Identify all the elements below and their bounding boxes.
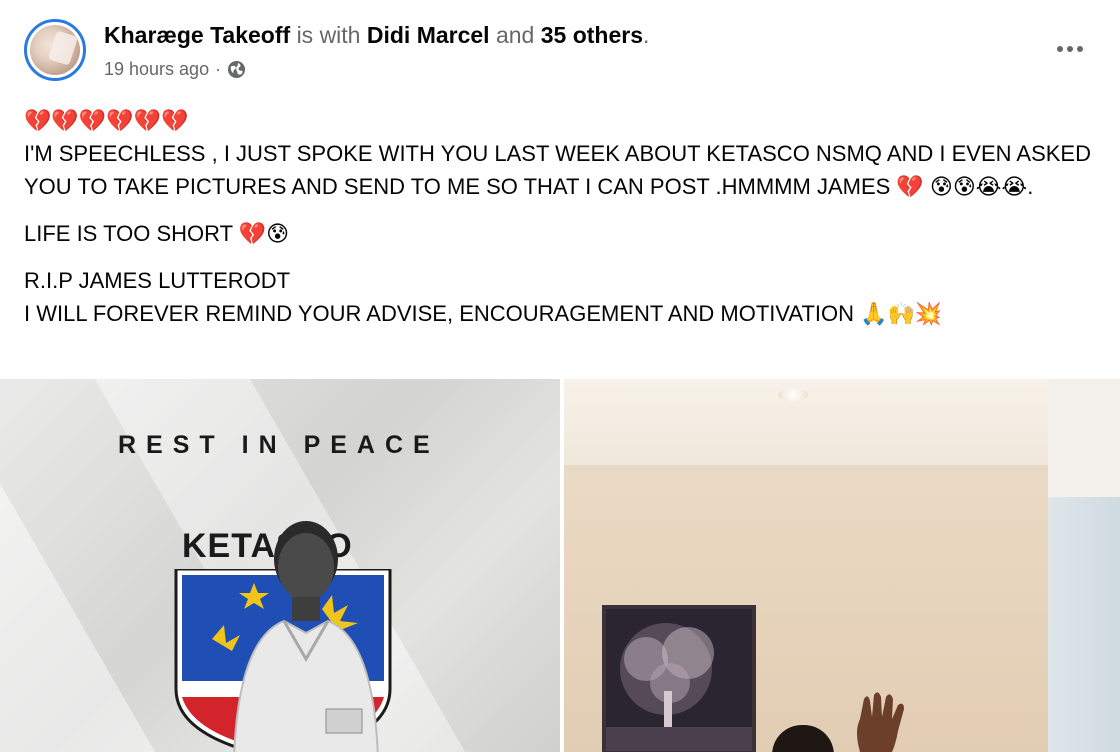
post-meta: 19 hours ago · (104, 56, 246, 82)
more-options-icon[interactable] (1050, 36, 1090, 62)
rest-in-peace-heading: REST IN PEACE (118, 431, 440, 459)
broken-hearts-line: 💔💔💔💔💔💔 (24, 108, 189, 133)
author-name-link[interactable]: Kharæge Takeoff (104, 22, 290, 48)
with-text: is with (296, 22, 361, 48)
tagged-person-link[interactable]: Didi Marcel (367, 22, 490, 48)
meta-separator: · (215, 59, 222, 79)
post-paragraph-2: LIFE IS TOO SHORT 💔😰 (24, 221, 290, 246)
student-portrait (233, 521, 379, 752)
more-dot (1057, 46, 1063, 52)
more-dot (1067, 46, 1073, 52)
post-paragraph-3: R.I.P JAMES LUTTERODT (24, 268, 291, 293)
ceiling-light (778, 389, 808, 401)
post-header: Kharæge Takeoff is with Didi Marcel and … (0, 0, 1120, 100)
memorial-photo[interactable]: REST IN PEACE KETASCO (0, 379, 560, 752)
avatar-image (30, 25, 80, 75)
globe-icon[interactable] (227, 60, 246, 79)
post-body: 💔💔💔💔💔💔 I'M SPEECHLESS , I JUST SPOKE WIT… (24, 104, 1104, 330)
right-wall (1048, 497, 1120, 752)
more-dot (1077, 46, 1083, 52)
post-title-line: Kharæge Takeoff is with Didi Marcel and … (104, 20, 649, 50)
post-paragraph-4: I WILL FOREVER REMIND YOUR ADVISE, ENCOU… (24, 301, 943, 326)
person-head (772, 725, 834, 752)
title-period: . (643, 22, 650, 48)
right-wall-top (1048, 379, 1120, 497)
others-link[interactable]: 35 others (541, 22, 643, 48)
post-timestamp[interactable]: 19 hours ago (104, 56, 209, 82)
raised-hand (857, 692, 904, 752)
cornice (564, 465, 1054, 473)
and-text: and (495, 22, 535, 48)
photo-grid: REST IN PEACE KETASCO (0, 379, 1120, 752)
ceiling (564, 379, 1120, 471)
room-photo[interactable] (564, 379, 1120, 752)
author-avatar[interactable] (24, 19, 86, 81)
tree-painting (602, 605, 756, 752)
post-paragraph-1: I'M SPEECHLESS , I JUST SPOKE WITH YOU L… (24, 141, 1091, 199)
